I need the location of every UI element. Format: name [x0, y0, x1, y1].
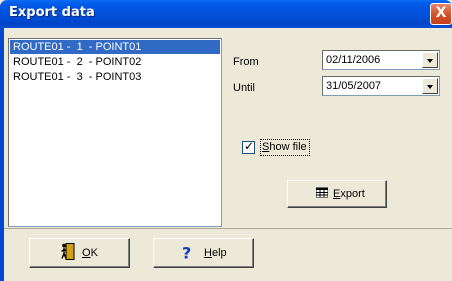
- export-button-label: Export: [333, 188, 365, 200]
- export-button[interactable]: Export: [287, 180, 387, 208]
- show-file-label[interactable]: Show file: [260, 139, 310, 156]
- until-date-select[interactable]: 31/05/2007: [322, 76, 440, 96]
- until-date-value: 31/05/2007: [326, 80, 382, 92]
- checkmark-icon: ✓: [244, 139, 255, 153]
- list-item[interactable]: ROUTE01 - 2 - POINT02: [10, 55, 220, 69]
- help-button[interactable]: ? Help: [153, 238, 254, 268]
- from-date-value: 02/11/2006: [326, 54, 381, 66]
- chevron-down-icon: [427, 85, 433, 89]
- from-date-select[interactable]: 02/11/2006: [322, 50, 440, 70]
- help-button-label: Help: [204, 247, 227, 259]
- window-title: Export data: [9, 5, 95, 20]
- show-file-checkbox[interactable]: ✓: [242, 139, 255, 154]
- until-dropdown-button[interactable]: [422, 78, 438, 94]
- from-dropdown-button[interactable]: [422, 52, 438, 68]
- ok-button[interactable]: OK: [29, 238, 130, 268]
- until-label: Until: [233, 82, 256, 94]
- question-mark-icon: ?: [182, 243, 192, 263]
- table-icon: [315, 187, 329, 201]
- route-point-list[interactable]: ROUTE01 - 1 - POINT01 ROUTE01 - 2 - POIN…: [8, 38, 222, 227]
- show-file-label-rest: how file: [269, 141, 307, 153]
- door-exit-icon: [61, 243, 75, 264]
- list-item[interactable]: ROUTE01 - 3 - POINT03: [10, 70, 220, 84]
- title-bar[interactable]: Export data X: [0, 0, 452, 28]
- close-button[interactable]: X: [430, 3, 452, 25]
- export-data-dialog: Export data X ROUTE01 - 1 - POINT01 ROUT…: [0, 0, 452, 281]
- list-item[interactable]: ROUTE01 - 1 - POINT01: [10, 40, 220, 54]
- from-label: From: [233, 56, 259, 68]
- chevron-down-icon: [427, 59, 433, 63]
- ok-button-label: OK: [82, 247, 98, 259]
- close-icon: X: [435, 5, 447, 21]
